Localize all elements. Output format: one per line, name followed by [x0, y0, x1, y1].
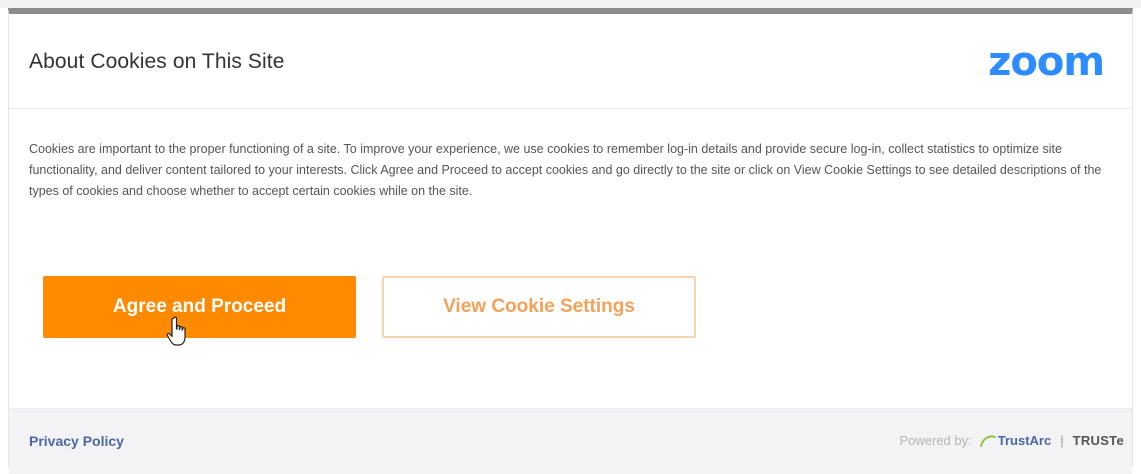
settings-button-label: View Cookie Settings	[443, 296, 635, 317]
background-strip	[0, 0, 1141, 8]
trustarc-arc-icon	[979, 434, 996, 447]
privacy-policy-link[interactable]: Privacy Policy	[29, 433, 124, 449]
footer-separator: |	[1060, 433, 1064, 448]
trustarc-link[interactable]: TrustArc	[998, 433, 1051, 448]
agree-and-proceed-button[interactable]: Agree and Proceed	[43, 276, 356, 338]
zoom-logo: zoom	[988, 39, 1105, 85]
cookie-description: Cookies are important to the proper func…	[29, 142, 1102, 198]
dialog-footer: Privacy Policy Powered by: TrustArc | TR…	[9, 408, 1132, 474]
hand-pointer-icon	[166, 316, 186, 346]
dialog-title: About Cookies on This Site	[29, 50, 285, 73]
powered-by: Powered by: TrustArc | TRUSTe	[899, 433, 1124, 448]
dialog-header: About Cookies on This Site zoom	[9, 14, 1132, 109]
agree-button-label: Agree and Proceed	[112, 296, 287, 317]
view-cookie-settings-button[interactable]: View Cookie Settings	[382, 276, 696, 338]
powered-by-label: Powered by:	[899, 433, 972, 448]
cookie-consent-dialog: About Cookies on This Site zoom Cookies …	[8, 8, 1133, 474]
truste-link[interactable]: TRUSTe	[1073, 433, 1124, 448]
